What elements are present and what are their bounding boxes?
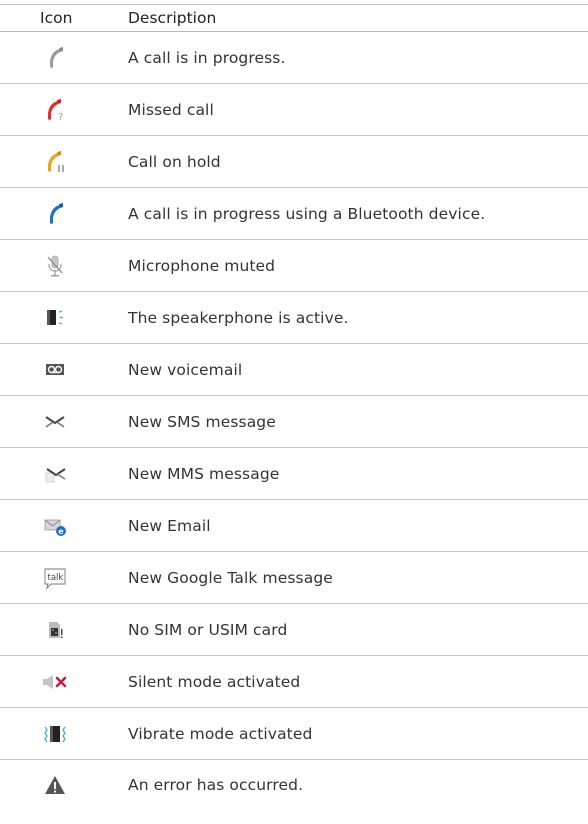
- row-description: Microphone muted: [110, 239, 588, 292]
- table-row: An error has occurred.: [0, 760, 588, 811]
- phone-gray-icon: [41, 46, 69, 70]
- phone-bluetooth-icon: [41, 202, 69, 226]
- header-description: Description: [110, 4, 588, 32]
- row-description: New voicemail: [110, 343, 588, 396]
- table-row: talk New Google Talk message: [0, 551, 588, 604]
- table-row: Call on hold: [0, 135, 588, 188]
- voicemail-icon: [41, 358, 69, 382]
- table-header-row: Icon Description: [0, 4, 588, 32]
- google-talk-icon: talk: [41, 566, 69, 590]
- table-row: No SIM or USIM card: [0, 603, 588, 656]
- row-description: Missed call: [110, 83, 588, 136]
- email-icon: e: [41, 514, 69, 538]
- sms-icon: [41, 410, 69, 434]
- row-description: A call is in progress using a Bluetooth …: [110, 187, 588, 240]
- row-description: The speakerphone is active.: [110, 291, 588, 344]
- table-row: A call is in progress.: [0, 31, 588, 84]
- row-description: New Google Talk message: [110, 551, 588, 604]
- row-description: New Email: [110, 499, 588, 552]
- row-description: No SIM or USIM card: [110, 603, 588, 656]
- speakerphone-icon: [41, 306, 69, 330]
- table-row: A call is in progress using a Bluetooth …: [0, 187, 588, 240]
- table-row: e New Email: [0, 499, 588, 552]
- error-icon: [41, 773, 69, 797]
- table-row: ? Missed call: [0, 83, 588, 136]
- no-sim-icon: [41, 618, 69, 642]
- google-talk-icon-text: talk: [48, 573, 64, 583]
- mms-icon: [41, 462, 69, 486]
- svg-text:e: e: [58, 527, 64, 536]
- row-description: New MMS message: [110, 447, 588, 500]
- row-description: Silent mode activated: [110, 655, 588, 708]
- icon-table: Icon Description A call is in progress.: [0, 4, 588, 810]
- table-row: New MMS message: [0, 447, 588, 500]
- table-row: Microphone muted: [0, 239, 588, 292]
- row-description: A call is in progress.: [110, 31, 588, 84]
- table-row: Silent mode activated: [0, 655, 588, 708]
- phone-missed-icon: ?: [41, 98, 69, 122]
- icon-reference-document: Icon Description A call is in progress.: [0, 0, 588, 824]
- table-row: New voicemail: [0, 343, 588, 396]
- row-description: Call on hold: [110, 135, 588, 188]
- vibrate-mode-icon: [41, 722, 69, 746]
- silent-mode-icon: [41, 670, 69, 694]
- svg-text:?: ?: [58, 112, 63, 122]
- microphone-muted-icon: [41, 254, 69, 278]
- phone-hold-icon: [41, 150, 69, 174]
- row-description: New SMS message: [110, 395, 588, 448]
- table-row: New SMS message: [0, 395, 588, 448]
- row-description: An error has occurred.: [128, 776, 304, 794]
- row-description: Vibrate mode activated: [110, 707, 588, 760]
- table-row: Vibrate mode activated: [0, 707, 588, 760]
- table-row: The speakerphone is active.: [0, 291, 588, 344]
- header-icon: Icon: [0, 4, 110, 32]
